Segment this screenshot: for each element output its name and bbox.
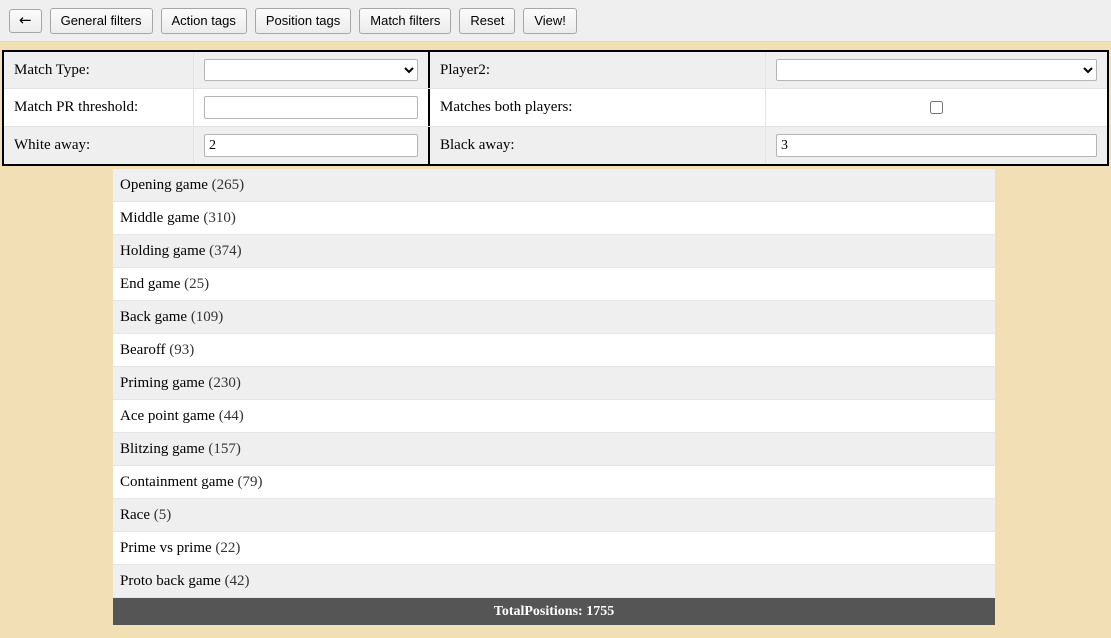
matches-both-players-checkbox[interactable] <box>930 101 943 114</box>
list-item-label: Bearoff <box>120 342 166 358</box>
matches-both-value-cell <box>766 89 1107 126</box>
white-away-label: White away: <box>14 137 91 153</box>
player2-value-cell <box>766 52 1107 88</box>
white-away-value-cell <box>194 127 430 164</box>
black-away-input[interactable] <box>776 134 1097 157</box>
match-type-select[interactable] <box>204 59 418 81</box>
list-item-label: Holding game <box>120 243 206 259</box>
match-type-value-cell <box>194 52 430 88</box>
list-item-label: Opening game <box>120 177 208 193</box>
list-item-count: (5) <box>153 507 172 523</box>
total-positions-bar: TotalPositions: 1755 <box>113 598 995 625</box>
list-item[interactable]: Bearoff (93) <box>113 334 995 367</box>
white-away-label-cell: White away: <box>4 127 194 164</box>
list-item-label: Priming game <box>120 375 205 391</box>
matches-both-players-label: Matches both players: <box>440 99 573 115</box>
general-filters-button[interactable]: General filters <box>49 7 153 34</box>
reset-button[interactable]: Reset <box>459 7 516 34</box>
player2-label-cell: Player2: <box>430 52 766 88</box>
list-item-label: End game <box>120 276 181 292</box>
white-away-input[interactable] <box>204 134 418 157</box>
back-button[interactable]: ← <box>9 8 42 33</box>
player2-label: Player2: <box>440 61 490 78</box>
filter-row-away: White away: Black away: <box>4 127 1107 164</box>
position-tag-rows: Opening game (265) Middle game (310) Holdi… <box>113 169 995 598</box>
view-button[interactable]: View! <box>523 7 577 34</box>
list-item[interactable]: Prime vs prime (22) <box>113 532 995 565</box>
list-item-count: (44) <box>218 408 244 424</box>
list-item[interactable]: Opening game (265) <box>113 169 995 202</box>
list-item-label: Race <box>120 507 150 523</box>
black-away-label: Black away: <box>440 137 515 153</box>
filter-row-match-type: Match Type: Player2: <box>4 52 1107 89</box>
list-item-count: (93) <box>169 342 195 358</box>
player2-select[interactable] <box>776 59 1097 81</box>
list-item[interactable]: Proto back game (42) <box>113 565 995 598</box>
black-away-value-cell <box>766 127 1107 164</box>
match-filters-button[interactable]: Match filters <box>359 7 452 34</box>
list-item-label: Back game <box>120 309 188 325</box>
list-item-label: Proto back game <box>120 573 221 589</box>
match-pr-threshold-input[interactable] <box>204 96 418 119</box>
filter-row-match-pr: Match PR threshold: Matches both players… <box>4 89 1107 127</box>
position-tag-list: Opening game (265) Middle game (310) Holdi… <box>113 169 995 625</box>
list-item-count: (42) <box>224 573 250 589</box>
black-away-label-cell: Black away: <box>430 127 766 164</box>
list-item-label: Ace point game <box>120 408 215 424</box>
list-item-count: (230) <box>208 375 241 391</box>
toolbar: ← General filters Action tags Position t… <box>0 0 1111 42</box>
list-item-count: (374) <box>209 243 242 259</box>
list-item[interactable]: End game (25) <box>113 268 995 301</box>
list-item-label: Prime vs prime <box>120 540 212 556</box>
action-tags-button[interactable]: Action tags <box>160 7 247 34</box>
match-pr-label-cell: Match PR threshold: <box>4 89 194 126</box>
back-arrow-icon: ← <box>19 10 32 29</box>
list-item[interactable]: Containment game (79) <box>113 466 995 499</box>
list-item-label: Blitzing game <box>120 441 205 457</box>
matches-both-label-cell: Matches both players: <box>430 89 766 126</box>
list-item-count: (310) <box>203 210 236 226</box>
list-item-count: (109) <box>190 309 224 325</box>
list-item-label: Middle game <box>120 210 200 226</box>
list-item-count: (22) <box>215 540 241 556</box>
list-item-count: (79) <box>237 474 263 490</box>
list-item[interactable]: Middle game (310) <box>113 202 995 235</box>
list-item-label: Containment game <box>120 474 234 490</box>
match-pr-value-cell <box>194 89 430 126</box>
list-item-count: (25) <box>184 276 210 292</box>
filter-form: Match Type: Player2: Match PR threshold:… <box>2 50 1109 166</box>
list-item[interactable]: Race (5) <box>113 499 995 532</box>
match-type-label: Match Type: <box>14 61 90 78</box>
list-item-count: (157) <box>208 441 241 457</box>
list-item[interactable]: Ace point game (44) <box>113 400 995 433</box>
checkbox-wrapper <box>776 101 1097 114</box>
list-item[interactable]: Back game (109) <box>113 301 995 334</box>
match-type-label-cell: Match Type: <box>4 52 194 88</box>
position-tags-button[interactable]: Position tags <box>254 7 352 34</box>
list-item-count: (265) <box>211 177 245 193</box>
list-item[interactable]: Holding game (374) <box>113 235 995 268</box>
match-pr-threshold-label: Match PR threshold: <box>14 99 139 115</box>
list-item[interactable]: Blitzing game (157) <box>113 433 995 466</box>
list-item[interactable]: Priming game (230) <box>113 367 995 400</box>
